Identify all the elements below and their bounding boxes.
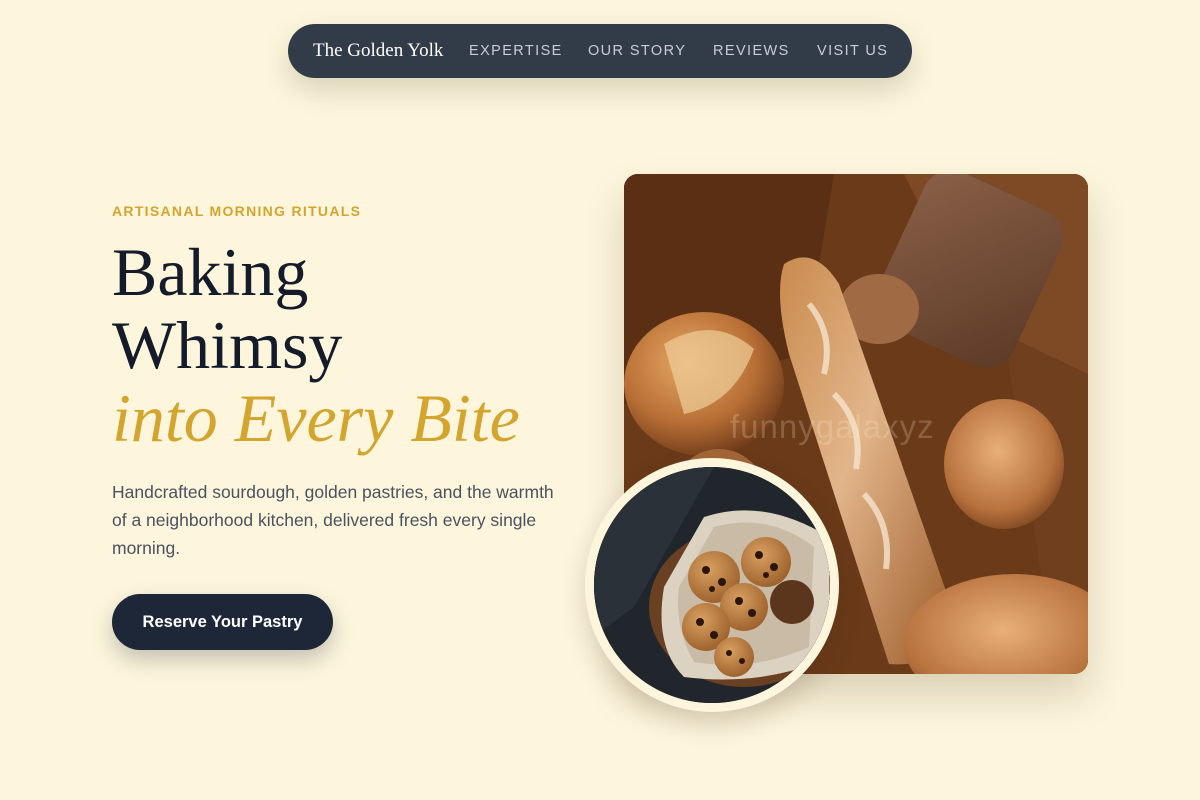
hero-description: Handcrafted sourdough, golden pastries, … — [112, 482, 554, 558]
nav-link-expertise[interactable]: EXPERTISE — [469, 24, 563, 78]
nav-link-reviews[interactable]: REVIEWS — [713, 24, 790, 78]
top-nav: The Golden Yolk EXPERTISE OUR STORY REVI… — [288, 24, 912, 78]
brand-logo-link[interactable]: The Golden Yolk — [313, 24, 443, 78]
cookies-photo — [594, 467, 830, 703]
watermark-text: funnygalaxyz — [730, 408, 935, 445]
landing-page: The Golden Yolk EXPERTISE OUR STORY REVI… — [0, 0, 1200, 800]
headline-line-1: Baking — [112, 234, 309, 310]
cookies-photo-frame — [585, 458, 839, 712]
nav-link-visit-us[interactable]: VISIT US — [817, 24, 888, 78]
nav-link-our-story[interactable]: OUR STORY — [588, 24, 686, 78]
headline-accent: into Every Bite — [112, 380, 520, 456]
hero-eyebrow: ARTISANAL MORNING RITUALS — [112, 203, 362, 219]
hero-headline: Baking Whimsy into Every Bite — [112, 236, 520, 455]
headline-line-2: Whimsy — [112, 307, 343, 383]
reserve-pastry-button[interactable]: Reserve Your Pastry — [112, 594, 333, 650]
cookies-photo-illustration — [594, 467, 830, 703]
